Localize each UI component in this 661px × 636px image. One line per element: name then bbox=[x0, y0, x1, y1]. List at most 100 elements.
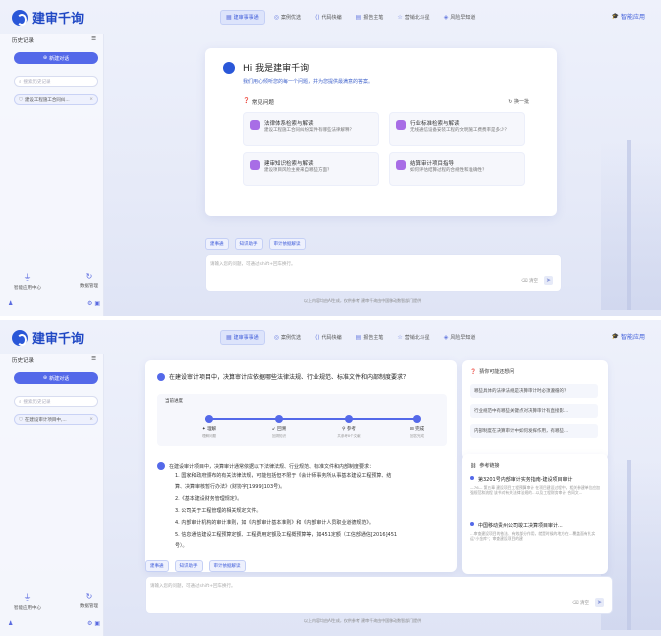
step-node bbox=[413, 415, 421, 423]
nav-tabs: ▦ 建审事事通 ◎ 案例优选 ⟨⟩ 代码快编 ▤ 报告主笔 ☆ 营销北斗星 ◈ 风险早知道 bbox=[220, 330, 480, 345]
screenshot-chat: 建审千询 ▦ 建审事事通 ◎ 案例优选 ⟨⟩ 代码快编 ▤ 报告主笔 ☆ 营销北斗星 ◈ 风… bbox=[0, 320, 661, 636]
refresh-icon: ↻ bbox=[85, 592, 93, 601]
chip-jianshi[interactable]: 建事通 bbox=[205, 238, 229, 250]
plus-icon: ⊕ bbox=[42, 55, 48, 61]
collapse-icon[interactable]: ☰ bbox=[91, 356, 96, 364]
chip-knowledge[interactable]: 知识助手 bbox=[234, 238, 263, 250]
input-area: 建事通 知识助手 审计依据解读 请输入您的问题，可通过shift+回车换行。 ⌫… bbox=[205, 238, 562, 292]
progress-track bbox=[205, 418, 415, 420]
tab-code[interactable]: ⟨⟩ 代码快编 bbox=[310, 330, 347, 345]
tab-cases[interactable]: ◎ 案例优选 bbox=[269, 330, 306, 345]
data-management-button[interactable]: ↻ 数据管理 bbox=[80, 272, 98, 291]
app-center-button[interactable]: ⏚ 智能应用中心 bbox=[14, 272, 41, 291]
sidebar-footer: ♟ ⚙ ▣ bbox=[8, 620, 100, 627]
search-icon: ⌕ bbox=[19, 399, 22, 405]
bullet-icon bbox=[470, 522, 474, 526]
chat-panel: 在建设审计项目中，决算审计应依据哪些法律法规、行业规范、标准文件和内部制度要求？… bbox=[145, 360, 457, 572]
star-icon: ☆ bbox=[397, 14, 403, 21]
faq-card[interactable]: 结算审计项目指导 如何评估结算过程的合规性和准确性？ bbox=[389, 152, 525, 186]
step-label: ✦ 理解 bbox=[201, 427, 217, 432]
answer-line: 4. 内部审计机构的审计准则，如《内部审计基本准则》和《内部审计人员职业道德规范… bbox=[175, 520, 374, 526]
logo[interactable]: 建审千询 bbox=[12, 328, 84, 347]
step-node bbox=[205, 415, 213, 423]
chip-knowledge[interactable]: 知识助手 bbox=[174, 560, 203, 572]
tab-cases[interactable]: ◎ 案例优选 bbox=[269, 10, 306, 25]
smart-app-link[interactable]: 🎓 智能应用 bbox=[612, 12, 646, 21]
references-header: ⛓ 参考链接 bbox=[470, 462, 500, 470]
reference-item[interactable]: 第3201号内部审计实务指南-建设项目审计 —76— 第五章 建设项目工程预算审… bbox=[470, 476, 602, 495]
tab-jianshi[interactable]: ▦ 建审事事通 bbox=[220, 10, 265, 25]
user-icon[interactable]: ♟ bbox=[8, 300, 13, 307]
answer-line: 5. 信息通信建设工程预算定额、工程费用定额及工程概预算等，如451定额（工信部… bbox=[175, 532, 398, 538]
collapse-icon[interactable]: ☰ bbox=[91, 36, 96, 44]
step-label: ⚲ 参考 bbox=[342, 427, 356, 432]
close-icon[interactable]: × bbox=[89, 97, 93, 102]
top-bar: 建审千询 ▦ 建审事事通 ◎ 案例优选 ⟨⟩ 代码快编 ▤ 报告主笔 ☆ 营销北斗星 ◈ 风… bbox=[0, 0, 661, 34]
step-label: ↙ 回溯 bbox=[271, 427, 287, 432]
user-icon[interactable]: ♟ bbox=[8, 620, 13, 627]
compass-icon: ◎ bbox=[273, 334, 279, 341]
tab-report[interactable]: ▤ 报告主笔 bbox=[351, 330, 389, 345]
tab-risk[interactable]: ◈ 风险早知道 bbox=[439, 10, 481, 25]
history-item[interactable]: ◌ 建设工程施工合同纠... × bbox=[14, 94, 98, 105]
code-icon: ⟨⟩ bbox=[314, 334, 320, 341]
refresh-icon: ↻ bbox=[508, 99, 513, 105]
logo[interactable]: 建审千询 bbox=[12, 8, 84, 27]
faq-header: ❓ 常见问题 bbox=[243, 98, 274, 106]
history-search-input[interactable]: ⌕ 搜索历史记录 bbox=[14, 76, 98, 87]
step-label: ⊟ 完成 bbox=[409, 427, 425, 432]
faq-card[interactable]: 法律体系检索与解读 建设工程施工合同纠纷案件有哪些法律解释？ bbox=[243, 112, 379, 146]
shield-icon: ◈ bbox=[443, 14, 449, 21]
history-search-input[interactable]: ⌕ 搜索历史记录 bbox=[14, 396, 98, 407]
send-button[interactable]: ➤ bbox=[544, 276, 553, 285]
tab-marketing[interactable]: ☆ 营销北斗星 bbox=[392, 330, 434, 345]
faq-card[interactable]: 行业标准检索与解读 无线通信设备安装工程的文明施工费费率是多少？ bbox=[389, 112, 525, 146]
related-question[interactable]: 哪些具体的法律法规是决算审计时必须遵循的？ bbox=[470, 384, 598, 398]
disclaimer: 以上内容均由AI生成，仅供参考 建审千询由中国移动数智部门提供 bbox=[304, 618, 422, 623]
screenshot-home: 建审千询 ▦ 建审事事通 ◎ 案例优选 ⟨⟩ 代码快编 ▤ 报告主笔 ☆ 营销北斗星 ◈ 风… bbox=[0, 0, 661, 316]
grid-icon: ▦ bbox=[226, 334, 232, 341]
reference-item[interactable]: 中国移动贵州公司竣工决算项目审计... …审查建设项目的依法、有效部分作用，就是… bbox=[470, 522, 602, 541]
new-chat-button[interactable]: ⊕ 新建对话 bbox=[14, 372, 98, 384]
message-input[interactable]: 请输入您的问题，可通过shift+回车换行。 ⌫ 清空 ➤ bbox=[205, 254, 562, 292]
faq-card[interactable]: 建审知识检索与解读 建设项目风险主要来自哪些方面？ bbox=[243, 152, 379, 186]
answer-line: 2.《基本建设财务管理规定》。 bbox=[175, 496, 243, 502]
chat-icon: ◌ bbox=[19, 417, 23, 422]
answer-line: 算、决算审核暂行办法》(财协字[1999]103号)。 bbox=[175, 484, 286, 490]
new-chat-button[interactable]: ⊕ 新建对话 bbox=[14, 52, 98, 64]
tab-report[interactable]: ▤ 报告主笔 bbox=[351, 10, 389, 25]
settings-icon[interactable]: ⚙ ▣ bbox=[87, 620, 100, 627]
tab-marketing[interactable]: ☆ 营销北斗星 bbox=[392, 10, 434, 25]
tab-code[interactable]: ⟨⟩ 代码快编 bbox=[310, 10, 347, 25]
smart-app-link[interactable]: 🎓 智能应用 bbox=[612, 332, 646, 341]
refresh-icon: ↻ bbox=[85, 272, 93, 281]
chip-audit-basis[interactable]: 审计依据解读 bbox=[208, 560, 246, 572]
clear-button[interactable]: ⌫ 清空 bbox=[572, 600, 589, 606]
graduation-cap-icon: 🎓 bbox=[611, 13, 619, 20]
logo-icon bbox=[12, 9, 28, 26]
message-input[interactable]: 请输入您的问题，可通过shift+回车换行。 ⌫ 清空 ➤ bbox=[145, 576, 613, 614]
settings-icon[interactable]: ⚙ ▣ bbox=[87, 300, 100, 307]
answer-line: 号）。 bbox=[175, 543, 188, 549]
progress-panel: 当前进度 ✦ 理解 理解问题 ↙ 回溯 回溯知识 ⚲ 参考 共参考8个文献 ⊟ … bbox=[157, 394, 447, 446]
data-management-button[interactable]: ↻ 数据管理 bbox=[80, 592, 98, 611]
app-name: 建审千询 bbox=[32, 332, 85, 347]
related-question[interactable]: 行业规范中有哪些关键点对决算审计有直接影... bbox=[470, 404, 598, 418]
step-node bbox=[275, 415, 283, 423]
send-button[interactable]: ➤ bbox=[595, 598, 604, 607]
clear-button[interactable]: ⌫ 清空 bbox=[521, 278, 538, 284]
welcome-subtitle: 我们用心倾听您的每一个问题，并为您提供最满意的答案。 bbox=[243, 79, 374, 85]
tab-jianshi[interactable]: ▦ 建审事事通 bbox=[220, 330, 265, 345]
tab-risk[interactable]: ◈ 风险早知道 bbox=[439, 330, 481, 345]
history-item[interactable]: ◌ 在建设审计项目中,... × bbox=[14, 414, 98, 425]
search-icon: ⌕ bbox=[19, 79, 22, 85]
app-center-button[interactable]: ⏚ 智能应用中心 bbox=[14, 592, 41, 611]
graduation-cap-icon: 🎓 bbox=[611, 333, 619, 340]
question-icon: ❓ bbox=[470, 368, 477, 375]
chip-jianshi[interactable]: 建事通 bbox=[145, 560, 169, 572]
chip-audit-basis[interactable]: 审计依据解读 bbox=[268, 238, 306, 250]
related-question[interactable]: 内部制度在决算审计中如何发挥作用，有哪些... bbox=[470, 424, 598, 438]
refresh-button[interactable]: ↻ 换一批 bbox=[508, 98, 529, 105]
sidebar-header: 历史记录 ☰ bbox=[12, 356, 96, 364]
close-icon[interactable]: × bbox=[89, 417, 93, 422]
